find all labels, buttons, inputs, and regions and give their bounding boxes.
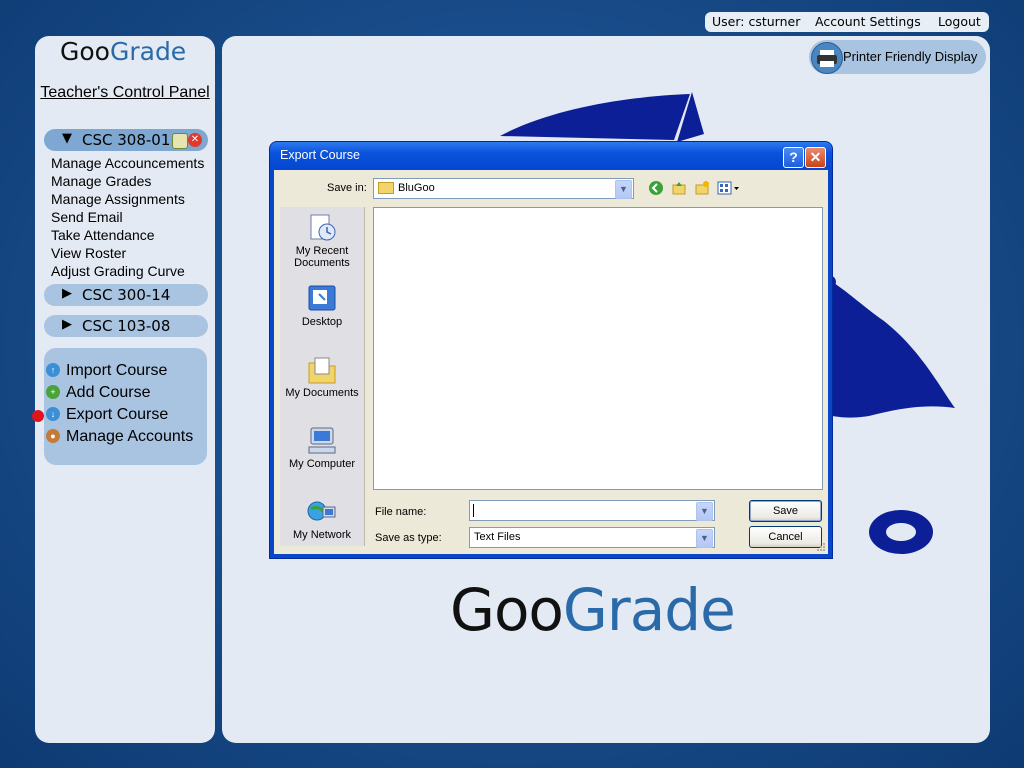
places-bar: My Recent Documents Desktop My Documents… xyxy=(280,207,365,546)
sidebar-logo: GooGrade xyxy=(60,37,186,66)
recent-documents-icon xyxy=(305,213,339,243)
user-label: User: csturner xyxy=(712,14,801,29)
import-course-action[interactable]: ↑ Import Course xyxy=(46,362,167,380)
place-my-documents[interactable]: My Documents xyxy=(280,355,364,399)
place-label: My Recent Documents xyxy=(294,245,350,269)
view-menu-icon[interactable] xyxy=(717,180,741,196)
folder-icon xyxy=(378,182,394,195)
place-my-network[interactable]: My Network xyxy=(280,497,364,541)
export-icon: ↓ xyxy=(46,406,60,421)
place-label: Desktop xyxy=(301,316,343,328)
save-in-dropdown[interactable]: BluGoo ▼ xyxy=(373,178,634,199)
place-my-recent-documents[interactable]: My Recent Documents xyxy=(280,213,364,269)
course-actions-panel: ↑ Import Course + Add Course ↓ Export Cours… xyxy=(44,348,207,465)
dialog-titlebar[interactable]: Export Course ? ✕ xyxy=(270,142,832,170)
file-list-area[interactable] xyxy=(373,207,823,490)
save-in-value: BluGoo xyxy=(378,182,435,195)
menu-take-attendance[interactable]: Take Attendance xyxy=(51,227,155,243)
control-panel-title: Teacher's Control Panel xyxy=(40,84,210,101)
top-bar: User: csturner Account Settings Logout xyxy=(705,12,989,32)
save-as-type-value: Text Files xyxy=(474,531,521,543)
collapsed-triangle-icon: ▶ xyxy=(62,286,72,301)
place-label: My Network xyxy=(292,529,352,541)
resize-grip-icon[interactable] xyxy=(814,540,826,552)
sidebar: GooGrade Teacher's Control Panel ▼ CSC 3… xyxy=(35,36,215,743)
place-desktop[interactable]: Desktop xyxy=(280,284,364,328)
menu-view-roster[interactable]: View Roster xyxy=(51,245,126,261)
course-label: CSC 308-01 xyxy=(82,131,171,149)
course-label: CSC 300-14 xyxy=(82,286,171,304)
delete-course-icon[interactable]: ✕ xyxy=(188,133,202,147)
import-course-label: Import Course xyxy=(66,362,168,379)
expanded-triangle-icon: ▼ xyxy=(62,131,72,146)
add-course-label: Add Course xyxy=(66,384,151,401)
menu-send-email[interactable]: Send Email xyxy=(51,209,123,225)
place-label: My Documents xyxy=(285,387,359,399)
place-my-computer[interactable]: My Computer xyxy=(280,426,364,470)
dialog-body: Save in: BluGoo ▼ My Recent Documents De… xyxy=(274,170,828,554)
my-computer-icon xyxy=(305,426,339,456)
export-course-dialog: Export Course ? ✕ Save in: BluGoo ▼ My R… xyxy=(270,142,832,558)
manage-accounts-action[interactable]: ● Manage Accounts xyxy=(46,428,193,446)
course-label: CSC 103-08 xyxy=(82,317,171,335)
add-icon: + xyxy=(46,384,60,399)
dialog-title: Export Course xyxy=(280,148,360,162)
up-folder-icon[interactable] xyxy=(671,180,687,196)
account-settings-link[interactable]: Account Settings xyxy=(815,14,921,29)
menu-manage-announcements[interactable]: Manage Accouncements xyxy=(51,155,204,171)
chevron-down-icon[interactable]: ▼ xyxy=(696,502,713,521)
export-course-label: Export Course xyxy=(66,406,169,423)
logo-part-grade: Grade xyxy=(109,37,187,66)
logo-part-grade: Grade xyxy=(562,576,736,644)
save-as-type-label: Save as type: xyxy=(375,532,442,544)
file-name-input[interactable]: ▼ xyxy=(469,500,715,521)
close-button[interactable]: ✕ xyxy=(805,147,826,168)
help-button[interactable]: ? xyxy=(783,147,804,168)
accounts-icon: ● xyxy=(46,428,60,443)
course-bar-csc-308-01[interactable]: ▼ CSC 308-01 ✕ xyxy=(44,129,208,151)
save-button[interactable]: Save xyxy=(749,500,822,522)
menu-manage-grades[interactable]: Manage Grades xyxy=(51,173,151,189)
manage-accounts-label: Manage Accounts xyxy=(66,428,194,445)
main-logo: GooGrade xyxy=(450,576,736,644)
export-course-action[interactable]: ↓ Export Course xyxy=(46,406,168,424)
my-network-icon xyxy=(305,497,339,527)
desktop-icon xyxy=(305,284,339,314)
menu-manage-assignments[interactable]: Manage Assignments xyxy=(51,191,185,207)
cancel-button[interactable]: Cancel xyxy=(749,526,822,548)
my-documents-icon xyxy=(305,355,339,385)
edit-course-icon[interactable] xyxy=(172,133,188,149)
logo-part-goo: Goo xyxy=(60,37,110,66)
course-bar-csc-103-08[interactable]: ▶ CSC 103-08 xyxy=(44,315,208,337)
import-icon: ↑ xyxy=(46,362,60,377)
back-icon[interactable] xyxy=(648,180,664,196)
chevron-down-icon[interactable]: ▼ xyxy=(696,529,713,548)
save-as-type-dropdown[interactable]: Text Files ▼ xyxy=(469,527,715,548)
save-in-label: Save in: xyxy=(327,182,367,194)
course-bar-csc-300-14[interactable]: ▶ CSC 300-14 xyxy=(44,284,208,306)
menu-adjust-grading-curve[interactable]: Adjust Grading Curve xyxy=(51,263,185,279)
selection-indicator-dot xyxy=(32,410,44,422)
logout-link[interactable]: Logout xyxy=(938,14,981,29)
logo-part-goo: Goo xyxy=(450,576,564,644)
chevron-down-icon[interactable]: ▼ xyxy=(615,180,632,199)
new-folder-icon[interactable] xyxy=(694,180,710,196)
text-caret xyxy=(473,504,474,517)
add-course-action[interactable]: + Add Course xyxy=(46,384,151,402)
collapsed-triangle-icon: ▶ xyxy=(62,317,72,332)
save-in-text: BluGoo xyxy=(398,182,435,194)
file-name-label: File name: xyxy=(375,506,427,518)
place-label: My Computer xyxy=(288,458,356,470)
